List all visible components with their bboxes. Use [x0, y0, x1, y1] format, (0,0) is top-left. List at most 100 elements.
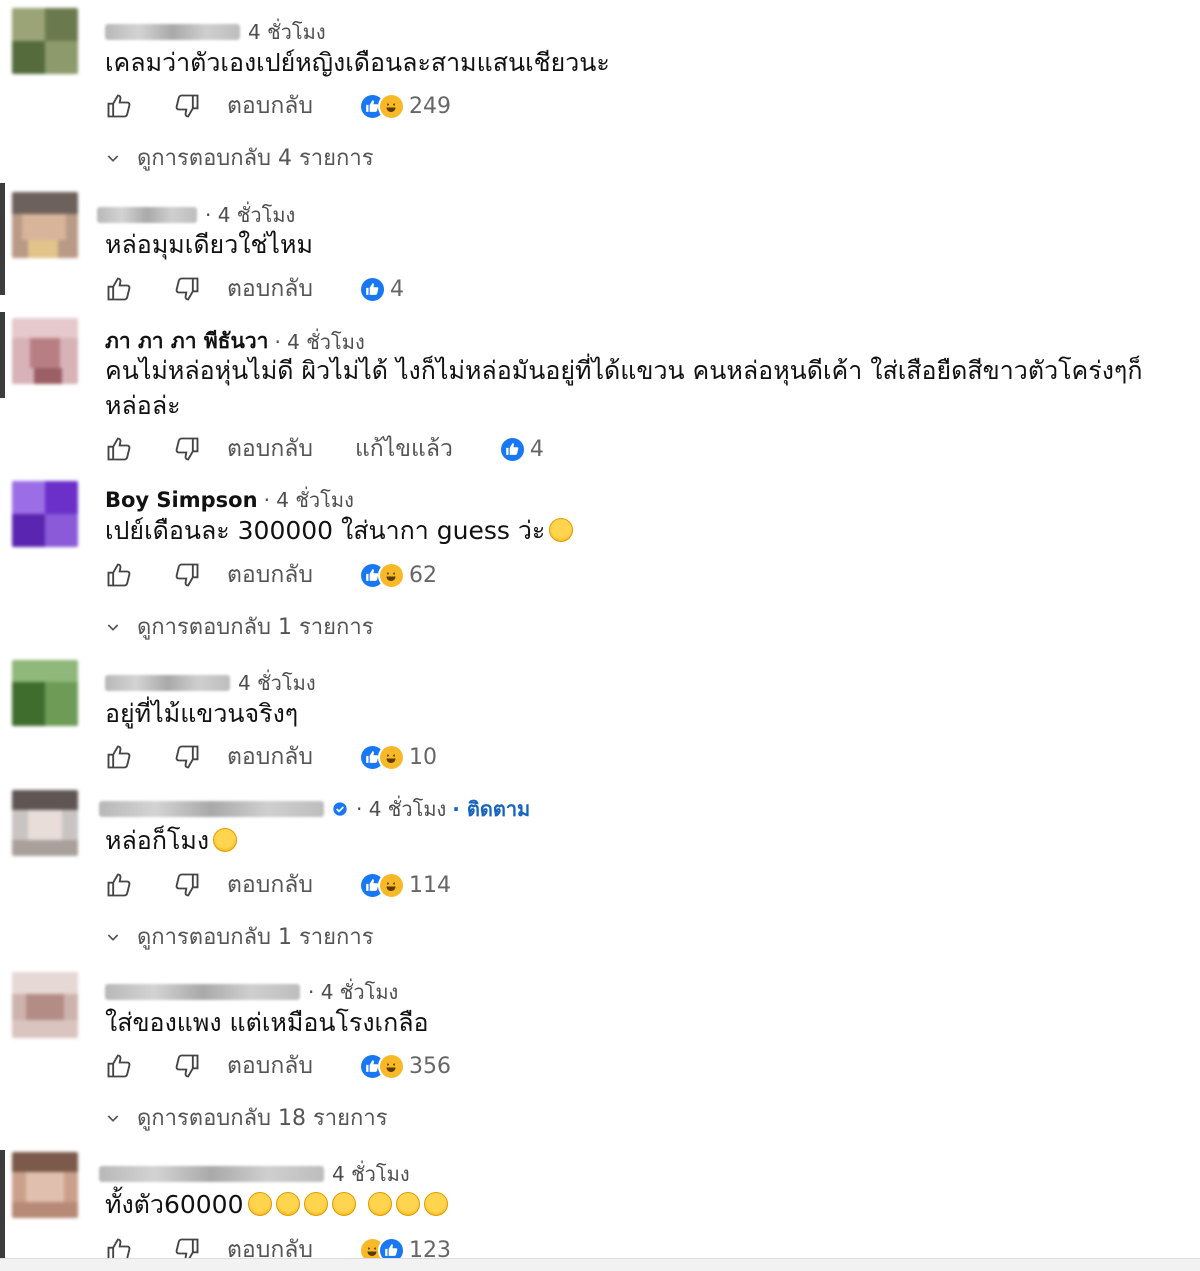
- comment-text-content: หล่อก็โมง: [105, 826, 210, 855]
- comment-actions: ตอบกลับ 249: [105, 88, 451, 124]
- avatar[interactable]: [12, 318, 78, 384]
- avatar[interactable]: [12, 8, 78, 74]
- edited-label: แก้ไขแล้ว: [354, 436, 453, 462]
- reply-button[interactable]: ตอบกลับ: [227, 867, 313, 903]
- comment-meta: · 4 ชั่วโมง: [105, 976, 398, 1008]
- comment-text: คนไม่หล่อหุ่นไม่ดี ผิวไม่ได้ ไงก็ไม่หล่อ…: [105, 356, 1143, 420]
- reaction-summary[interactable]: 114: [358, 871, 451, 899]
- like-icon[interactable]: [105, 92, 133, 120]
- dislike-icon[interactable]: [173, 275, 201, 303]
- author-name-blurred[interactable]: [105, 675, 230, 691]
- avatar[interactable]: [12, 192, 78, 258]
- comment-text-content: เปย์เดือนละ 300000 ใส่นากา guess ว่ะ: [105, 516, 546, 545]
- reply-button[interactable]: ตอบกลับ: [227, 431, 313, 467]
- thread-line: [0, 183, 5, 295]
- comment-actions: ตอบกลับ แก้ไขแล้ว 4: [105, 431, 544, 467]
- dislike-icon[interactable]: [173, 871, 201, 899]
- reply-button[interactable]: ตอบกลับ: [227, 739, 313, 775]
- author-name[interactable]: Boy Simpson: [105, 488, 258, 512]
- reply-button[interactable]: ตอบกลับ: [227, 1048, 313, 1084]
- view-replies-label: ดูการตอบกลับ 4 รายการ: [137, 146, 374, 171]
- timestamp[interactable]: 4 ชั่วโมง: [248, 16, 326, 48]
- reaction-count: 4: [529, 436, 544, 462]
- haha-reaction-icon: [377, 871, 405, 899]
- grin-emoji-icon: [213, 828, 238, 852]
- reaction-summary[interactable]: 4: [498, 435, 544, 463]
- reply-button[interactable]: ตอบกลับ: [227, 88, 313, 124]
- comment-meta: 4 ชั่วโมง: [105, 667, 316, 699]
- view-replies-button[interactable]: ดูการตอบกลับ 18 รายการ: [105, 1100, 388, 1135]
- author-name-blurred[interactable]: [97, 207, 197, 223]
- reaction-count: 10: [408, 744, 437, 770]
- reaction-summary[interactable]: 249: [358, 92, 451, 120]
- hand-over-mouth-emoji-icon: [549, 518, 574, 542]
- reaction-summary[interactable]: 62: [358, 561, 437, 589]
- rofl-emoji-icon: [303, 1192, 328, 1216]
- reaction-count: 249: [408, 93, 451, 119]
- thread-line: [0, 1150, 5, 1258]
- rofl-emoji-icon: [247, 1192, 272, 1216]
- view-replies-label: ดูการตอบกลับ 1 รายการ: [137, 615, 374, 640]
- verified-badge-icon: [332, 801, 348, 817]
- reaction-count: 356: [408, 1053, 451, 1079]
- view-replies-button[interactable]: ดูการตอบกลับ 1 รายการ: [105, 609, 374, 644]
- reaction-summary[interactable]: 10: [358, 743, 437, 771]
- timestamp[interactable]: · 4 ชั่วโมง: [356, 793, 446, 825]
- author-name-blurred[interactable]: [99, 1166, 324, 1182]
- view-replies-button[interactable]: ดูการตอบกลับ 4 รายการ: [105, 140, 374, 175]
- comment-text: อยู่ที่ไม้แขวนจริงๆ: [105, 699, 299, 728]
- reaction-count: 114: [408, 872, 451, 898]
- timestamp[interactable]: · 4 ชั่วโมง: [308, 976, 398, 1008]
- like-icon[interactable]: [105, 743, 133, 771]
- chevron-down-icon: [105, 929, 121, 945]
- haha-reaction-icon: [377, 743, 405, 771]
- rofl-emoji-icon: [367, 1192, 392, 1216]
- rofl-emoji-icon: [275, 1192, 300, 1216]
- comment-actions: ตอบกลับ 114: [105, 867, 451, 903]
- comment-meta: 4 ชั่วโมง: [99, 1158, 410, 1190]
- haha-reaction-icon: [377, 561, 405, 589]
- rofl-emoji-icon: [331, 1192, 356, 1216]
- like-icon[interactable]: [105, 871, 133, 899]
- follow-button[interactable]: · ติดตาม: [452, 793, 530, 825]
- avatar[interactable]: [12, 481, 78, 547]
- like-icon[interactable]: [105, 1052, 133, 1080]
- thread-line: [0, 312, 5, 398]
- comment-text: ทั้งตัว60000: [105, 1187, 1165, 1222]
- author-name-blurred[interactable]: [105, 24, 240, 40]
- reaction-summary[interactable]: 4: [358, 275, 404, 303]
- like-reaction-icon: [358, 275, 386, 303]
- comment-text: หล่อก็โมง: [105, 823, 1165, 858]
- reaction-summary[interactable]: 356: [358, 1052, 451, 1080]
- comment-text-content: ทั้งตัว60000: [105, 1190, 244, 1219]
- like-icon[interactable]: [105, 275, 133, 303]
- timestamp[interactable]: · 4 ชั่วโมง: [264, 484, 354, 516]
- dislike-icon[interactable]: [173, 743, 201, 771]
- author-name-blurred[interactable]: [105, 984, 300, 1000]
- comment-meta: 4 ชั่วโมง: [105, 16, 326, 48]
- chevron-down-icon: [105, 619, 121, 635]
- author-name-blurred[interactable]: [99, 801, 324, 817]
- like-icon[interactable]: [105, 435, 133, 463]
- timestamp[interactable]: 4 ชั่วโมง: [332, 1158, 410, 1190]
- dislike-icon[interactable]: [173, 435, 201, 463]
- reply-button[interactable]: ตอบกลับ: [227, 557, 313, 593]
- avatar[interactable]: [12, 790, 78, 856]
- comment-text: ใส่ของแพง แต่เหมือนโรงเกลือ: [105, 1008, 429, 1037]
- haha-reaction-icon: [377, 1052, 405, 1080]
- like-icon[interactable]: [105, 561, 133, 589]
- comment-actions: ตอบกลับ 10: [105, 739, 437, 775]
- avatar[interactable]: [12, 1152, 78, 1218]
- avatar[interactable]: [12, 660, 78, 726]
- chevron-down-icon: [105, 1110, 121, 1126]
- comment-actions: ตอบกลับ 356: [105, 1048, 451, 1084]
- dislike-icon[interactable]: [173, 92, 201, 120]
- comment-meta: Boy Simpson · 4 ชั่วโมง: [105, 484, 354, 516]
- dislike-icon[interactable]: [173, 1052, 201, 1080]
- avatar[interactable]: [12, 972, 78, 1038]
- view-replies-button[interactable]: ดูการตอบกลับ 1 รายการ: [105, 919, 374, 954]
- comment-actions: ตอบกลับ 62: [105, 557, 437, 593]
- reply-button[interactable]: ตอบกลับ: [227, 271, 313, 307]
- timestamp[interactable]: 4 ชั่วโมง: [238, 667, 316, 699]
- dislike-icon[interactable]: [173, 561, 201, 589]
